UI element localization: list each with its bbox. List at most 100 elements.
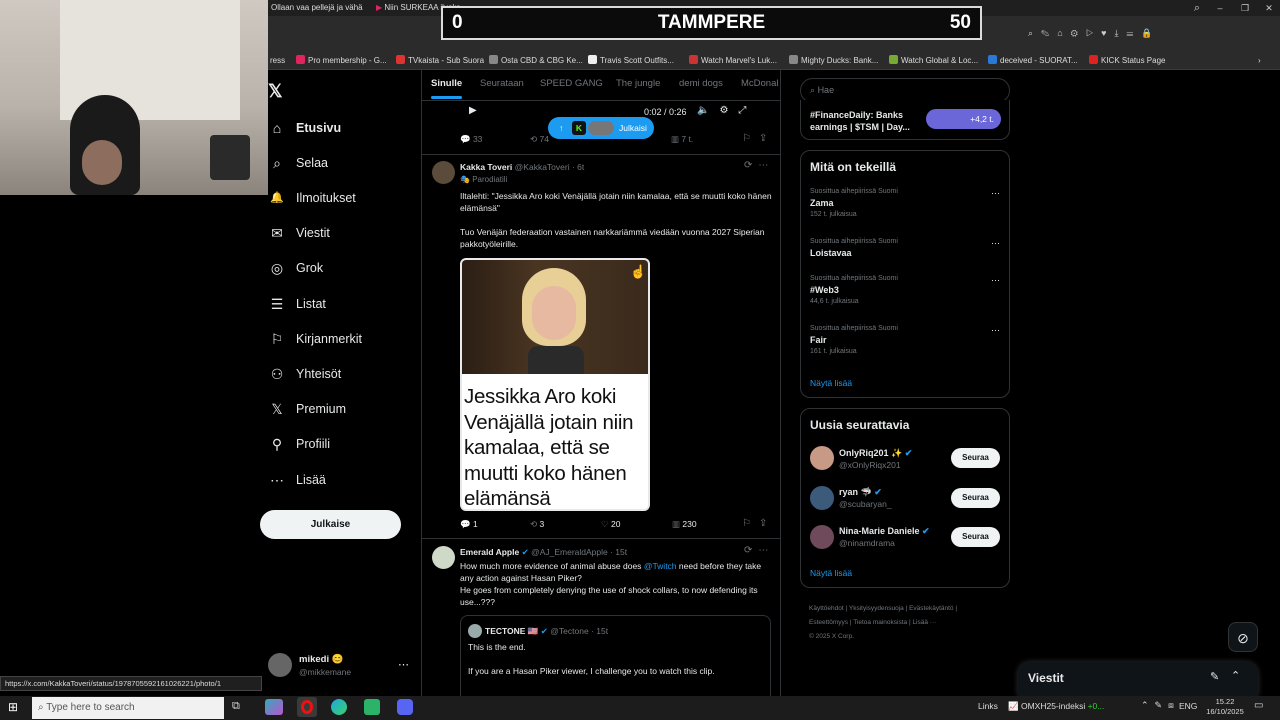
new-posts-pill[interactable]: ↑ K Julkaisi <box>548 117 654 139</box>
nav-communities[interactable]: ⚇ Yhteisöt <box>268 359 418 389</box>
bookmark[interactable]: Travis Scott Outfits... <box>588 52 674 69</box>
repost-button[interactable]: ⟲ 3 <box>530 519 544 530</box>
close-icon[interactable]: ✕ <box>1262 0 1276 16</box>
bookmark[interactable]: Watch Global & Loc... <box>889 52 978 69</box>
app-icon[interactable] <box>364 699 380 715</box>
notification-center-icon[interactable]: ▭ <box>1254 700 1263 711</box>
nav-profile[interactable]: ⚲ Profiili <box>268 429 418 459</box>
quote-tweet[interactable]: TECTONE 🇺🇸 ✔ @Tectone · 15t This is the … <box>460 615 771 705</box>
nav-home[interactable]: ⌂ Etusivu <box>268 113 418 143</box>
trend-item[interactable]: Suosittua aihepiirissä Suomi Loistavaa ⋯ <box>810 238 1000 268</box>
video-views[interactable]: ▥ 7 t. <box>671 134 693 145</box>
taskbar-search[interactable]: ⌕ Type here to search <box>32 697 224 719</box>
post-more-icon[interactable]: ⟳⋯ <box>744 160 774 171</box>
x-logo-icon[interactable]: 𝕏 <box>268 81 283 102</box>
stock-widget[interactable]: 📈 OMXH25-indeksi +0... <box>1008 701 1104 712</box>
nav-grok[interactable]: ◎ Grok <box>268 253 418 283</box>
avatar[interactable] <box>810 446 834 470</box>
author-handle[interactable]: @AJ_EmeraldApple · 15t <box>531 547 627 557</box>
more-icon[interactable]: ⋯ <box>991 238 1000 249</box>
minimize-icon[interactable]: – <box>1213 0 1227 16</box>
opera-icon[interactable] <box>297 697 317 717</box>
mention-link[interactable]: @Twitch <box>644 561 677 571</box>
nav-premium[interactable]: 𝕏 Premium <box>268 394 418 424</box>
bookmark[interactable]: Watch Marvel's Luk... <box>689 52 777 69</box>
task-view-icon[interactable]: ⧉ <box>232 700 240 713</box>
extension-icons[interactable]: ⌕✎⌂⚙▷♥⤓☰🔒 <box>1028 28 1278 42</box>
compose-message-icon[interactable]: ✎ <box>1210 670 1219 683</box>
messages-drawer[interactable]: Viestit ✎ ⌃ <box>1018 662 1258 696</box>
trend-item[interactable]: Suosittua aihepiirissä Suomi Fair 161 t. j… <box>810 325 1000 365</box>
more-icon[interactable]: ⋯ <box>991 275 1000 286</box>
tab-the-jungle[interactable]: The jungle <box>616 78 660 89</box>
author-name[interactable]: Emerald Apple <box>460 547 519 557</box>
tab-following[interactable]: Seurataan <box>480 78 524 89</box>
grok-fab-icon[interactable]: ⊘ <box>1228 622 1258 652</box>
like-button[interactable]: ♡ 20 <box>601 519 620 530</box>
windows-start-icon[interactable]: ⊞ <box>8 700 18 714</box>
more-icon[interactable]: ⋯ <box>991 188 1000 199</box>
author-name[interactable]: Kakka Toveri <box>460 162 512 172</box>
search-icon[interactable]: ⌕ <box>1190 0 1204 16</box>
more-icon[interactable]: ⋯ <box>991 325 1000 336</box>
chevron-right-icon[interactable]: › <box>1258 52 1261 69</box>
clock[interactable]: 15.22 16/10/2025 <box>1205 697 1245 717</box>
video-replies[interactable]: 💬 33 <box>460 134 482 145</box>
follow-button[interactable]: Seuraa <box>951 448 1000 468</box>
show-more-trends[interactable]: Näytä lisää <box>810 378 852 388</box>
follow-name[interactable]: ryan 🦈 ✔ <box>839 487 882 498</box>
nav-messages[interactable]: ✉ Viestit <box>268 218 418 248</box>
follow-button[interactable]: Seuraa <box>951 488 1000 508</box>
tab-demi-dogs[interactable]: demi dogs <box>679 78 723 89</box>
bookmark[interactable]: KICK Status Page <box>1089 52 1165 69</box>
follow-name[interactable]: OnlyRiq201 ✨ ✔ <box>839 448 912 459</box>
trend-item[interactable]: Suosittua aihepiirissä Suomi Zama 152 t. j… <box>810 188 1000 228</box>
avatar[interactable] <box>432 546 455 569</box>
chevron-up-icon[interactable]: ⌃ <box>1231 669 1240 682</box>
browser-tab[interactable]: Ollaan vaa pellejä ja vähä <box>271 0 371 16</box>
promo-trend[interactable]: #FinanceDaily: Banks earnings | $TSM | Da… <box>800 100 1010 140</box>
account-avatar[interactable] <box>268 653 292 677</box>
avatar[interactable] <box>432 161 455 184</box>
video-bookmark-share-icons[interactable]: ⚐⇪ <box>742 133 775 144</box>
bookmark-share-icons[interactable]: ⚐⇪ <box>742 518 775 529</box>
post-more-icon[interactable]: ⟳⋯ <box>744 545 774 556</box>
follow-button[interactable]: Seuraa <box>951 527 1000 547</box>
nav-explore[interactable]: ⌕ Selaa <box>268 148 418 178</box>
discord-icon[interactable] <box>397 699 413 715</box>
bookmark[interactable]: deceived - SUORAT... <box>988 52 1078 69</box>
tab-mcdonal[interactable]: McDonal <box>741 78 781 89</box>
bookmark[interactable]: TVkaista - Sub Suora <box>396 52 484 69</box>
links-toolbar[interactable]: Links <box>978 701 998 711</box>
tab-speed-gang[interactable]: SPEED GANG <box>540 78 603 89</box>
video-reposts[interactable]: ⟲ 74 <box>530 134 549 145</box>
post-image[interactable]: Jessikka Aro koki Venäjällä jotain niin … <box>460 258 650 511</box>
views-button[interactable]: ▥ 230 <box>672 519 697 530</box>
tray-icons[interactable]: ⌃✎⧈ <box>1141 700 1180 711</box>
edge-icon[interactable] <box>331 699 347 715</box>
show-more-follow[interactable]: Näytä lisää <box>810 568 852 578</box>
play-icon[interactable]: ▶ <box>469 105 477 116</box>
follow-name[interactable]: Nina-Marie Daniele ✔ <box>839 526 930 537</box>
author-handle[interactable]: @KakkaToveri · 6t <box>515 162 585 172</box>
bookmark[interactable]: Osta CBD & CBG Ke... <box>489 52 583 69</box>
nav-notifications[interactable]: 🔔 Ilmoitukset <box>268 183 418 213</box>
reply-button[interactable]: 💬 1 <box>460 519 478 530</box>
restore-icon[interactable]: ❐ <box>1238 0 1252 16</box>
bookmark[interactable]: ress <box>270 52 285 69</box>
language-indicator[interactable]: ENG <box>1179 701 1197 711</box>
nav-bookmarks[interactable]: ⚐ Kirjanmerkit <box>268 324 418 354</box>
post-button[interactable]: Julkaise <box>260 510 401 539</box>
bookmark[interactable]: Mighty Ducks: Bank... <box>789 52 878 69</box>
video-controls-icons[interactable]: 🔈⚙⤢ <box>697 105 756 116</box>
trend-item[interactable]: Suosittua aihepiirissä Suomi #Web3 44,6 t.… <box>810 275 1000 315</box>
bookmark[interactable]: Pro membership - G... <box>296 52 387 69</box>
account-more-icon[interactable]: ⋯ <box>398 658 409 671</box>
avatar[interactable] <box>810 525 834 549</box>
footer-links[interactable]: Käyttöehdot | Yksityisyydensuoja | Eväst… <box>809 602 1009 644</box>
tab-for-you[interactable]: Sinulle <box>431 78 462 89</box>
avatar[interactable] <box>810 486 834 510</box>
nav-more[interactable]: ⋯ Lisää <box>268 465 418 495</box>
nav-lists[interactable]: ☰ Listat <box>268 289 418 319</box>
copilot-icon[interactable] <box>265 699 283 715</box>
